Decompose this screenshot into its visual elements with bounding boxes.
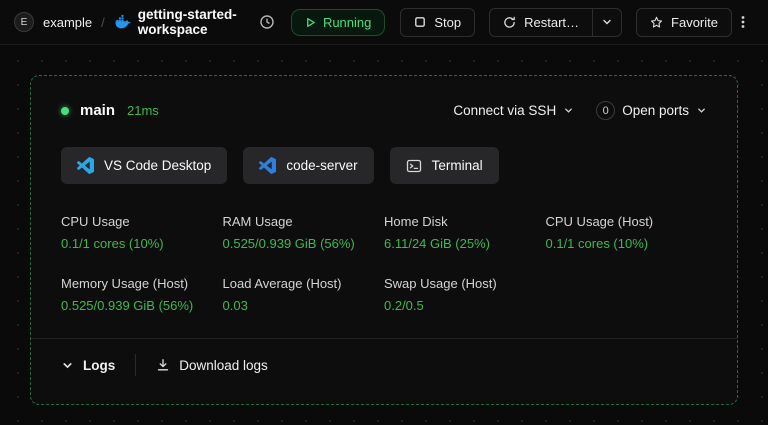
code-server-button[interactable]: code-server: [243, 147, 374, 184]
download-logs-label: Download logs: [179, 357, 268, 373]
code-server-icon: [259, 157, 277, 174]
status-badge: Running: [290, 8, 386, 36]
agent-name: main: [80, 102, 116, 119]
favorite-button[interactable]: Favorite: [636, 7, 732, 37]
stat-memory-usage-host: Memory Usage (Host) 0.525/0.939 GiB (56%…: [61, 276, 223, 313]
logs-toggle-button[interactable]: Logs: [61, 358, 115, 373]
more-options-icon[interactable]: [732, 10, 754, 34]
org-avatar[interactable]: E: [14, 12, 34, 32]
stop-label: Stop: [434, 14, 462, 30]
workspace-template-icon: [114, 14, 131, 31]
stat-value: 0.03: [222, 298, 248, 313]
stat-value: 0.2/0.5: [384, 298, 424, 313]
star-icon: [650, 16, 663, 28]
open-ports-button[interactable]: 0 Open ports: [596, 101, 707, 120]
chevron-down-icon: [603, 19, 611, 25]
code-server-label: code-server: [286, 158, 358, 173]
stat-cpu-usage: CPU Usage 0.1/1 cores (10%): [61, 214, 223, 251]
stat-label: RAM Usage: [222, 214, 293, 229]
restart-icon: [504, 16, 515, 28]
workspace-name[interactable]: getting-started-workspace: [138, 7, 240, 37]
connect-ssh-label: Connect via SSH: [453, 103, 557, 118]
chevron-down-icon: [63, 362, 72, 368]
chevron-down-icon: [698, 108, 705, 113]
stat-value: 0.1/1 cores (10%): [545, 236, 649, 251]
stat-label: Home Disk: [384, 214, 448, 229]
vscode-desktop-button[interactable]: VS Code Desktop: [61, 147, 228, 184]
stat-value: 6.11/24 GiB (25%): [384, 236, 490, 251]
stop-icon: [415, 17, 426, 27]
topbar: E example / getting-started-workspace Ru…: [0, 0, 768, 45]
download-logs-button[interactable]: Download logs: [156, 358, 268, 373]
terminal-button[interactable]: Terminal: [389, 147, 499, 184]
schedule-icon[interactable]: [255, 10, 279, 34]
stat-label: Memory Usage (Host): [61, 276, 189, 291]
workspace-agent-card: main 21ms Connect via SSH 0 Open ports V…: [30, 75, 738, 405]
main-area: main 21ms Connect via SSH 0 Open ports V…: [0, 45, 768, 425]
download-icon: [158, 359, 169, 371]
restart-button[interactable]: Restart…: [489, 7, 594, 37]
logs-row: Logs Download logs: [61, 339, 707, 393]
stat-value: 0.525/0.939 GiB (56%): [222, 236, 355, 251]
logs-label: Logs: [83, 357, 116, 373]
favorite-label: Favorite: [671, 14, 718, 30]
vscode-desktop-label: VS Code Desktop: [104, 158, 212, 173]
restart-button-group: Restart…: [489, 7, 623, 37]
stat-label: CPU Usage (Host): [545, 214, 654, 229]
open-ports-label: Open ports: [622, 103, 689, 118]
vertical-divider: [135, 354, 137, 376]
connect-ssh-button[interactable]: Connect via SSH: [453, 103, 574, 118]
stat-label: Swap Usage (Host): [384, 276, 497, 291]
vscode-icon: [77, 157, 94, 174]
stat-cpu-usage-host: CPU Usage (Host) 0.1/1 cores (10%): [546, 214, 708, 251]
stat-home-disk: Home Disk 6.11/24 GiB (25%): [384, 214, 546, 251]
agent-latency: 21ms: [127, 103, 159, 118]
restart-label: Restart…: [524, 14, 580, 30]
stop-button[interactable]: Stop: [400, 7, 476, 37]
stat-swap-usage-host: Swap Usage (Host) 0.2/0.5: [384, 276, 546, 313]
status-label: Running: [322, 14, 372, 30]
ports-count-badge: 0: [596, 101, 616, 120]
agent-status-dot: [61, 106, 69, 115]
play-icon: [307, 17, 315, 27]
stats-grid: CPU Usage 0.1/1 cores (10%) RAM Usage 0.…: [61, 214, 707, 313]
stat-value: 0.1/1 cores (10%): [61, 236, 164, 251]
restart-options-button[interactable]: [592, 7, 623, 37]
chevron-down-icon: [565, 108, 573, 113]
stat-label: Load Average (Host): [222, 276, 342, 291]
breadcrumb-separator: /: [101, 14, 105, 30]
app-buttons-row: VS Code Desktop code-server Terminal: [61, 147, 707, 184]
agent-header: main 21ms Connect via SSH 0 Open ports: [61, 101, 707, 120]
terminal-label: Terminal: [431, 158, 483, 173]
stat-value: 0.525/0.939 GiB (56%): [61, 298, 194, 313]
stat-ram-usage: RAM Usage 0.525/0.939 GiB (56%): [223, 214, 385, 251]
org-name[interactable]: example: [43, 15, 92, 30]
stat-load-average-host: Load Average (Host) 0.03: [223, 276, 385, 313]
terminal-icon: [406, 159, 421, 172]
stat-label: CPU Usage: [61, 214, 130, 229]
